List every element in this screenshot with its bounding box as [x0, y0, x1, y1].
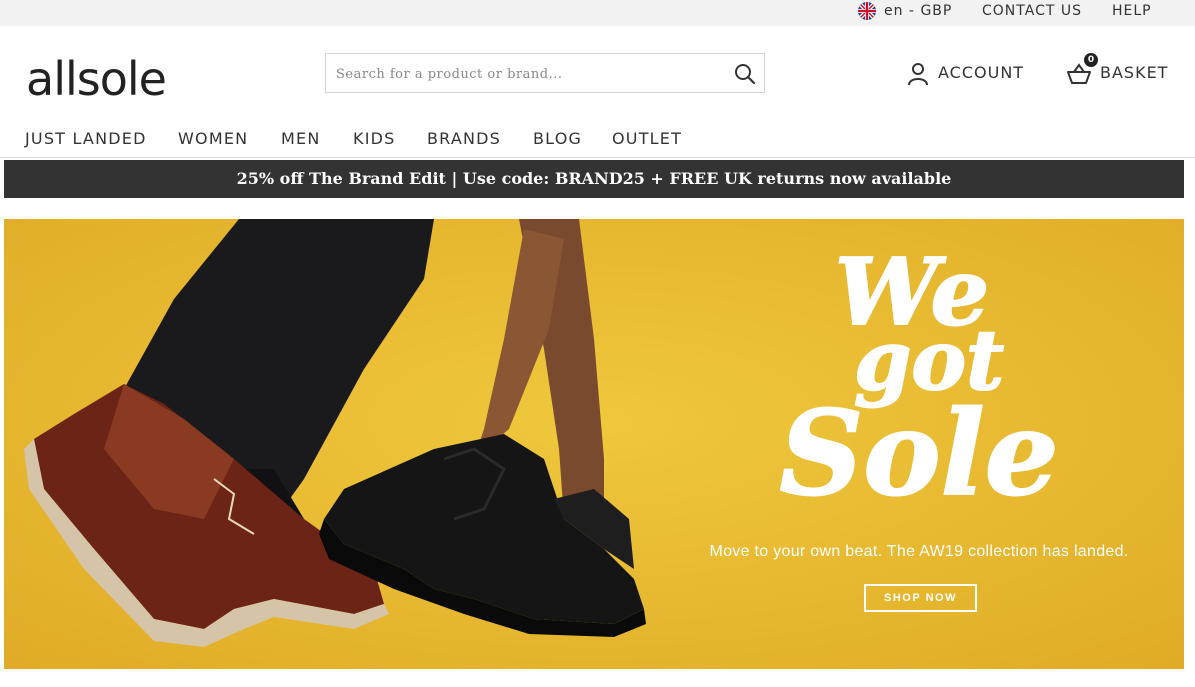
- help-link[interactable]: HELP: [1112, 3, 1152, 19]
- nav-item-kids[interactable]: KIDS: [353, 129, 396, 148]
- hero-image: We got Sole: [4, 219, 1184, 669]
- nav-item-outlet[interactable]: OUTLET: [612, 129, 682, 148]
- hero-tagline: Move to your own beat. The AW19 collecti…: [709, 543, 1129, 560]
- locale-selector[interactable]: en - GBP: [884, 3, 952, 19]
- user-icon: [908, 63, 928, 86]
- search-box: [325, 53, 765, 93]
- nav-item-brands[interactable]: BRANDS: [427, 129, 501, 148]
- basket-count-badge: 0: [1084, 53, 1098, 67]
- nav-divider: [0, 157, 1195, 158]
- promo-banner[interactable]: 25% off The Brand Edit | Use code: BRAND…: [4, 160, 1184, 198]
- nav-item-just-landed[interactable]: JUST LANDED: [25, 129, 147, 148]
- basket-label: BASKET: [1100, 63, 1169, 82]
- utility-bar: en - GBP CONTACT US HELP: [0, 0, 1195, 26]
- account-label: ACCOUNT: [938, 63, 1025, 82]
- nav-item-blog[interactable]: BLOG: [533, 129, 582, 148]
- hero-headline-line-3: Sole: [779, 386, 1058, 522]
- allsole-logo[interactable]: allsole: [26, 52, 191, 106]
- site-header: allsole ACCOUNT 0 BASKET: [0, 26, 1195, 122]
- shop-now-button[interactable]: SHOP NOW: [864, 584, 977, 612]
- nav-item-women[interactable]: WOMEN: [178, 129, 248, 148]
- nav-item-men[interactable]: MEN: [281, 129, 320, 148]
- search-icon[interactable]: [734, 63, 756, 85]
- main-nav: JUST LANDED WOMEN MEN KIDS BRANDS BLOG O…: [0, 127, 1195, 157]
- uk-flag-icon[interactable]: [858, 2, 876, 20]
- logo-wordmark: allsole: [26, 55, 166, 105]
- hero-banner[interactable]: We got Sole Move to your own beat. The A…: [4, 219, 1184, 669]
- search-input[interactable]: [334, 60, 718, 88]
- contact-us-link[interactable]: CONTACT US: [982, 3, 1082, 19]
